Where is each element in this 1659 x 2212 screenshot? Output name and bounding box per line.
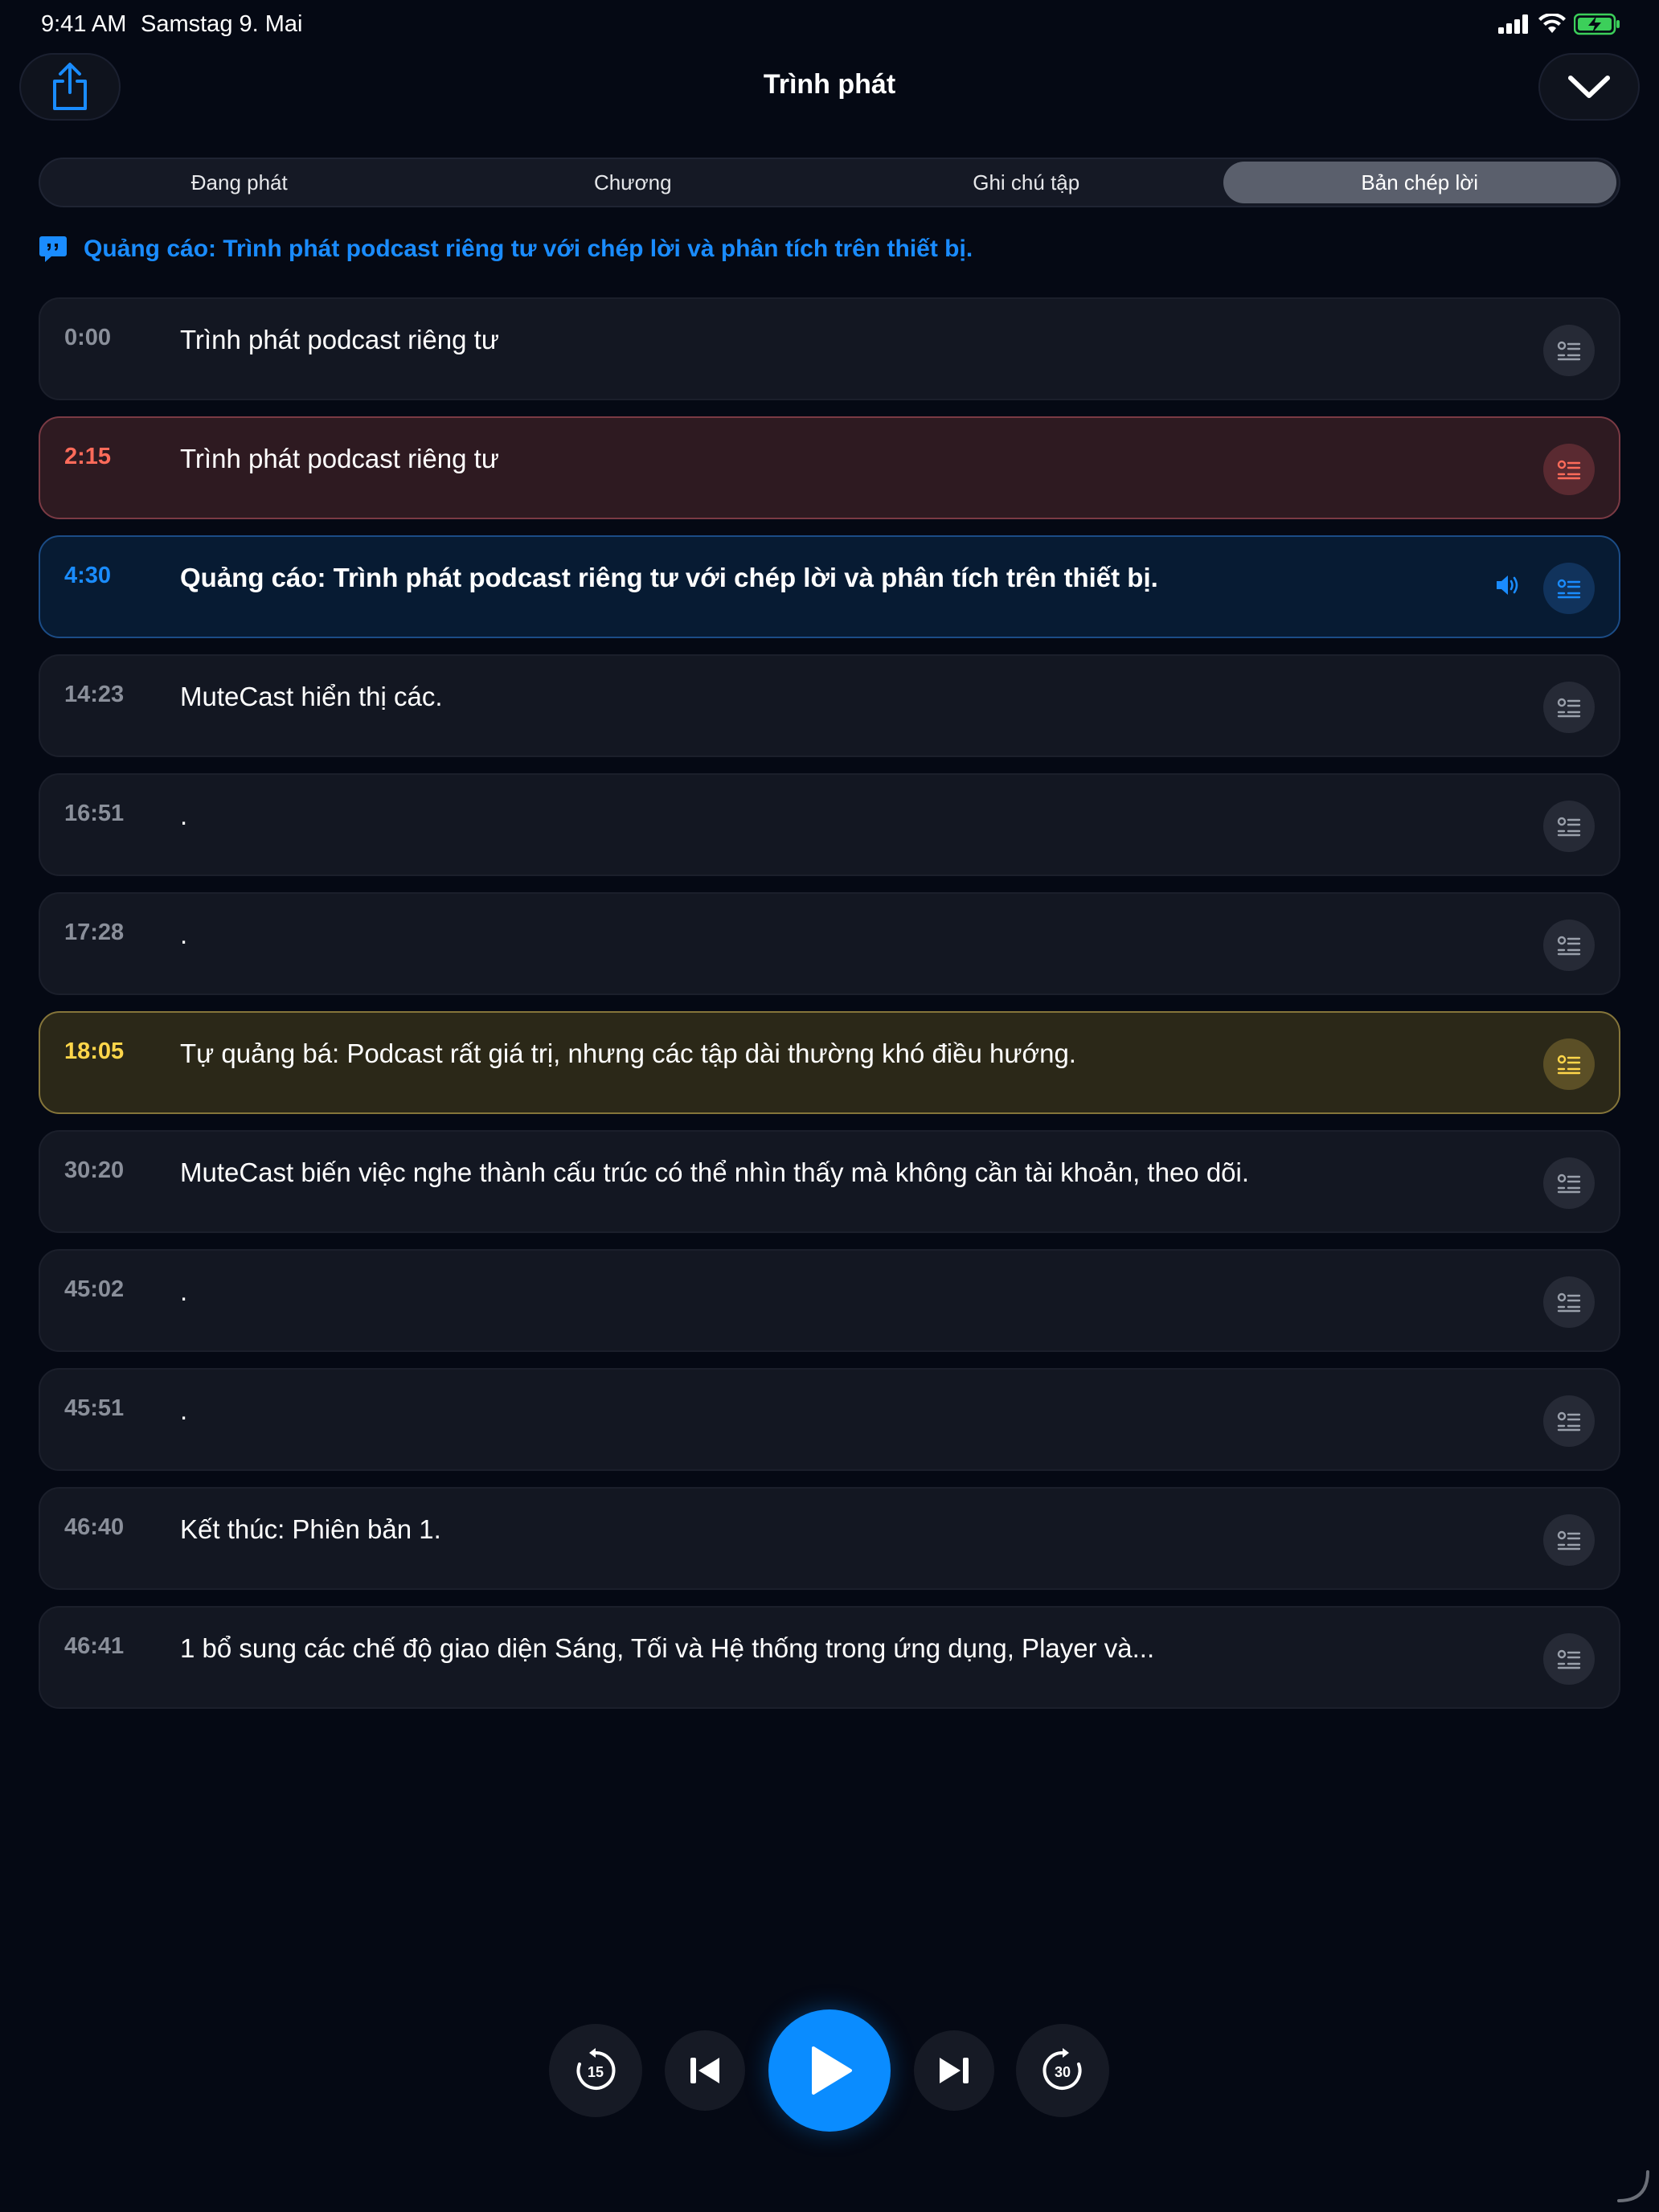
transcript-text: . <box>180 920 188 949</box>
segment-menu-button[interactable] <box>1543 920 1595 971</box>
page-title: Trình phát <box>763 69 896 100</box>
list-icon <box>1557 936 1581 956</box>
transcript-timestamp: 0:00 <box>64 325 112 350</box>
transcript-text: MuteCast biến việc nghe thành cấu trúc c… <box>180 1157 1250 1187</box>
transcript-text: 1 bổ sung các chế độ giao diện Sáng, Tối… <box>180 1633 1155 1663</box>
status-icons <box>1498 13 1620 35</box>
play-button[interactable] <box>768 2009 891 2132</box>
ad-banner[interactable]: Quảng cáo: Trình phát podcast riêng tư v… <box>39 235 973 264</box>
transcript-text: Quảng cáo: Trình phát podcast riêng tư v… <box>180 563 1158 592</box>
transcript-row[interactable]: 30:20 MuteCast biến việc nghe thành cấu … <box>39 1130 1620 1233</box>
transcript-timestamp: 30:20 <box>64 1157 125 1183</box>
tab-episode-notes[interactable]: Ghi chú tập <box>830 162 1223 203</box>
battery-charging-icon <box>1574 13 1620 35</box>
transcript-timestamp: 45:02 <box>64 1276 125 1302</box>
collapse-button[interactable] <box>1538 53 1640 121</box>
previous-track-icon <box>690 2058 719 2083</box>
list-icon <box>1557 1174 1581 1194</box>
skip-forward-label: 30 <box>1055 2064 1071 2080</box>
resize-handle-icon[interactable] <box>1616 2169 1651 2204</box>
list-icon <box>1557 460 1581 480</box>
list-icon <box>1557 1530 1581 1550</box>
next-button[interactable] <box>914 2030 994 2111</box>
transcript-row[interactable]: 16:51 . <box>39 773 1620 876</box>
transcript-row[interactable]: 45:51 . <box>39 1368 1620 1471</box>
segment-menu-button[interactable] <box>1543 1157 1595 1209</box>
tab-chapters[interactable]: Chương <box>436 162 830 203</box>
transcript-text: . <box>180 801 188 830</box>
skip-forward-30-icon: 30 <box>1043 2048 1082 2090</box>
status-date: Samstag 9. Mai <box>141 11 303 37</box>
list-icon <box>1557 817 1581 837</box>
list-icon <box>1557 341 1581 361</box>
status-time: 9:41 AM <box>41 11 127 37</box>
transcript-text: MuteCast hiển thị các. <box>180 682 443 711</box>
skip-back-15-icon: 15 <box>576 2048 616 2090</box>
speaker-icon <box>1492 569 1524 601</box>
segment-menu-button[interactable] <box>1543 1633 1595 1685</box>
next-track-icon <box>940 2058 969 2083</box>
transcript-timestamp: 46:41 <box>64 1633 125 1659</box>
transcript-row[interactable]: 18:05 Tự quảng bá: Podcast rất giá trị, … <box>39 1011 1620 1114</box>
transcript-row[interactable]: 2:15 Trình phát podcast riêng tư <box>39 416 1620 519</box>
tab-now-playing[interactable]: Đang phát <box>43 162 436 203</box>
transcript-text: Tự quảng bá: Podcast rất giá trị, nhưng … <box>180 1038 1076 1068</box>
segment-menu-button[interactable] <box>1543 1038 1595 1090</box>
transcript-timestamp: 46:40 <box>64 1514 125 1540</box>
transcript-list: 0:00 Trình phát podcast riêng tư 2:15 Tr… <box>39 297 1620 1725</box>
speech-bubble-icon <box>39 236 67 262</box>
transcript-timestamp: 2:15 <box>64 444 112 469</box>
transcript-text: Kết thúc: Phiên bản 1. <box>180 1514 441 1544</box>
ad-banner-text: Quảng cáo: Trình phát podcast riêng tư v… <box>84 236 973 262</box>
transcript-text: . <box>180 1276 188 1306</box>
list-icon <box>1557 1649 1581 1669</box>
transcript-row[interactable]: 45:02 . <box>39 1249 1620 1352</box>
transcript-row[interactable]: 14:23 MuteCast hiển thị các. <box>39 654 1620 757</box>
skip-back-button[interactable]: 15 <box>549 2024 642 2117</box>
transcript-text: . <box>180 1395 188 1425</box>
cellular-signal-icon <box>1498 14 1528 34</box>
list-icon <box>1557 698 1581 718</box>
transcript-timestamp: 45:51 <box>64 1395 125 1421</box>
transcript-row[interactable]: 0:00 Trình phát podcast riêng tư <box>39 297 1620 400</box>
segment-menu-button[interactable] <box>1543 1514 1595 1566</box>
transcript-text: Trình phát podcast riêng tư <box>180 444 499 473</box>
play-icon <box>812 2046 852 2095</box>
transcript-row[interactable]: 17:28 . <box>39 892 1620 995</box>
segment-menu-button[interactable] <box>1543 1276 1595 1328</box>
transcript-timestamp: 4:30 <box>64 563 112 588</box>
transcript-row[interactable]: 46:41 1 bổ sung các chế độ giao diện Sán… <box>39 1606 1620 1709</box>
transcript-timestamp: 14:23 <box>64 682 125 707</box>
transcript-row-current[interactable]: 4:30 Quảng cáo: Trình phát podcast riêng… <box>39 535 1620 638</box>
previous-button[interactable] <box>665 2030 745 2111</box>
list-icon <box>1557 1292 1581 1313</box>
transcript-timestamp: 18:05 <box>64 1038 125 1064</box>
segment-menu-button[interactable] <box>1543 1395 1595 1447</box>
transcript-timestamp: 17:28 <box>64 920 125 945</box>
segment-menu-button[interactable] <box>1543 325 1595 376</box>
list-icon <box>1557 1411 1581 1432</box>
tab-bar: Đang phát Chương Ghi chú tập Bản chép lờ… <box>39 158 1620 207</box>
skip-forward-button[interactable]: 30 <box>1016 2024 1109 2117</box>
playback-controls: 15 30 <box>0 2008 1659 2133</box>
tab-transcript[interactable]: Bản chép lời <box>1223 162 1616 203</box>
list-icon <box>1557 579 1581 599</box>
chevron-down-icon <box>1568 76 1610 98</box>
transcript-timestamp: 16:51 <box>64 801 125 826</box>
transcript-row[interactable]: 46:40 Kết thúc: Phiên bản 1. <box>39 1487 1620 1590</box>
segment-menu-button[interactable] <box>1543 444 1595 495</box>
transcript-text: Trình phát podcast riêng tư <box>180 325 499 354</box>
segment-menu-button[interactable] <box>1543 563 1595 614</box>
segment-menu-button[interactable] <box>1543 801 1595 852</box>
wifi-icon <box>1538 14 1566 33</box>
list-icon <box>1557 1055 1581 1075</box>
segment-menu-button[interactable] <box>1543 682 1595 733</box>
status-bar: 9:41 AM Samstag 9. Mai <box>0 0 1659 51</box>
skip-back-label: 15 <box>588 2064 604 2080</box>
